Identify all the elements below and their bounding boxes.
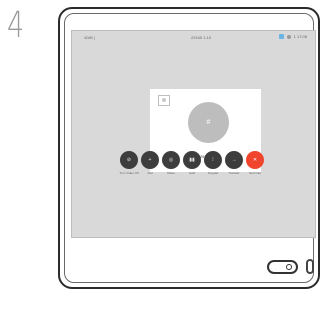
keypad-button[interactable]: ⁞ xyxy=(204,151,222,169)
status-time: 1 17:08 xyxy=(293,34,307,39)
add-participant-control: + Add xyxy=(141,151,159,191)
camera-lens-icon xyxy=(306,259,314,274)
end-call-button[interactable]: ✕ xyxy=(246,151,264,169)
avatar-glyph: # xyxy=(206,119,211,126)
control-label: Add xyxy=(147,171,153,175)
share-control: ◎ Share xyxy=(162,151,180,191)
audio-mute-button[interactable]: ⊘ xyxy=(120,151,138,169)
control-label: Keypad xyxy=(207,171,219,175)
touch-screen: 4080 | 29165 1:15 1 17:08 # 29165 ⊘Turn … xyxy=(71,30,316,238)
share-button[interactable]: ◎ xyxy=(162,151,180,169)
step-number: 4 xyxy=(7,5,25,46)
end-call-control: ✕ End Call xyxy=(246,151,264,191)
caller-avatar: # xyxy=(188,102,229,143)
control-label: Turn Video Off xyxy=(119,171,139,175)
camera-icon[interactable] xyxy=(278,34,284,39)
selfview-icon[interactable] xyxy=(158,95,170,106)
transfer-button[interactable]: → xyxy=(225,151,243,169)
home-button[interactable] xyxy=(267,260,298,274)
person-icon[interactable] xyxy=(286,34,291,39)
status-bar: 4080 | 29165 1:15 1 17:08 xyxy=(72,31,315,45)
control-label: Transfer xyxy=(228,171,240,175)
status-right: 1 17:08 xyxy=(278,34,307,39)
hold-control: ▮▮ Hold xyxy=(183,151,201,191)
in-call-controls: ⊘ Turn Video Off + Add ◎ Share ▮▮ Hold ⁞ Keypad → T… xyxy=(119,151,264,191)
keypad-control: ⁞ Keypad xyxy=(204,151,222,191)
audio-mute-control: ⊘ Turn Video Off xyxy=(119,151,139,191)
control-label: Hold xyxy=(188,171,196,175)
status-call-info: 29165 1:15 xyxy=(191,35,212,40)
add-participant-button[interactable]: + xyxy=(141,151,159,169)
status-left-text: 4080 | xyxy=(84,35,96,40)
control-label: Share xyxy=(166,171,175,175)
hold-button[interactable]: ▮▮ xyxy=(183,151,201,169)
control-label: End Call xyxy=(249,171,261,175)
transfer-control: → Transfer xyxy=(225,151,243,191)
